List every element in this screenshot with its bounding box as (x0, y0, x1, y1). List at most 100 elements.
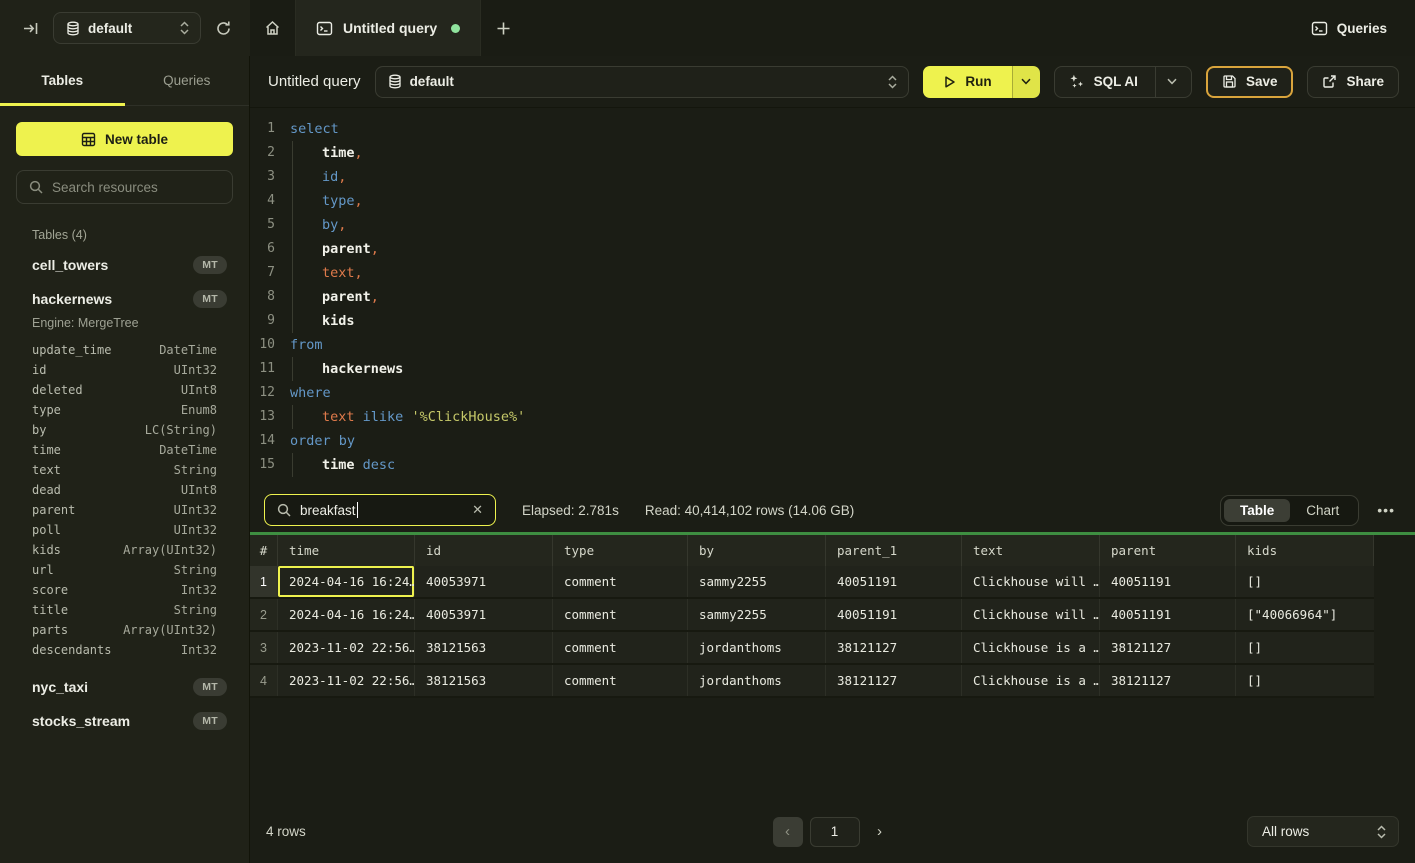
sidebar-search-input[interactable] (52, 180, 220, 195)
query-database-selector[interactable]: default (375, 66, 910, 98)
editor-line[interactable]: 7text, (250, 261, 1415, 285)
table-cell[interactable]: 38121127 (826, 665, 962, 696)
sidebar-tab-queries[interactable]: Queries (125, 56, 250, 105)
collapse-sidebar-icon[interactable] (22, 20, 39, 37)
chevron-down-icon[interactable] (1167, 78, 1177, 85)
row-number-cell[interactable]: 3 (250, 632, 278, 663)
table-cell[interactable]: 2024-04-16 16:24… (278, 599, 415, 630)
table-cell[interactable]: 40051191 (1100, 599, 1236, 630)
column-header-kids[interactable]: kids (1236, 535, 1374, 566)
table-cell[interactable]: 40051191 (826, 599, 962, 630)
row-number-cell[interactable]: 2 (250, 599, 278, 630)
row-number-cell[interactable]: 1 (250, 566, 278, 597)
column-row[interactable]: byLC(String) (32, 420, 217, 440)
editor-line[interactable]: 13text ilike '%ClickHouse%' (250, 405, 1415, 429)
share-button[interactable]: Share (1307, 66, 1399, 98)
table-item-cell_towers[interactable]: cell_towersMT (16, 248, 233, 282)
sidebar-tab-tables[interactable]: Tables (0, 56, 125, 105)
table-cell[interactable]: sammy2255 (688, 566, 826, 597)
editor-line[interactable]: 14order by (250, 429, 1415, 453)
table-cell[interactable]: 2024-04-16 16:24… (278, 566, 415, 597)
table-cell[interactable]: 40053971 (415, 599, 553, 630)
queries-button[interactable]: Queries (1283, 0, 1415, 56)
table-cell[interactable]: [] (1236, 632, 1374, 663)
next-page-button[interactable]: › (867, 817, 893, 847)
results-filter-input[interactable]: breakfast ✕ (264, 494, 496, 526)
table-cell[interactable]: Clickhouse is a … (962, 632, 1100, 663)
table-cell[interactable]: comment (553, 566, 688, 597)
table-cell[interactable]: 38121563 (415, 632, 553, 663)
column-row[interactable]: timeDateTime (32, 440, 217, 460)
tab-home[interactable] (250, 0, 296, 56)
editor-line[interactable]: 6parent, (250, 237, 1415, 261)
editor-line[interactable]: 1select (250, 117, 1415, 141)
tab-untitled-query[interactable]: Untitled query (296, 0, 481, 56)
column-header-parent_1[interactable]: parent_1 (826, 535, 962, 566)
column-row[interactable]: idUInt32 (32, 360, 217, 380)
sql-ai-button[interactable]: SQL AI (1054, 66, 1192, 98)
new-tab-button[interactable] (481, 0, 525, 56)
column-row[interactable]: scoreInt32 (32, 580, 217, 600)
page-size-selector[interactable]: All rows (1247, 816, 1399, 847)
table-cell[interactable]: sammy2255 (688, 599, 826, 630)
results-more-menu[interactable]: ••• (1371, 498, 1401, 522)
column-row[interactable]: update_timeDateTime (32, 340, 217, 360)
editor-line[interactable]: 10from (250, 333, 1415, 357)
table-item-stocks_stream[interactable]: stocks_streamMT (16, 704, 233, 738)
table-cell[interactable]: jordanthoms (688, 632, 826, 663)
column-row[interactable]: pollUInt32 (32, 520, 217, 540)
editor-line[interactable]: 15time desc (250, 453, 1415, 477)
editor-line[interactable]: 9kids (250, 309, 1415, 333)
table-cell[interactable]: jordanthoms (688, 665, 826, 696)
run-button[interactable]: Run (923, 66, 1011, 98)
column-header-by[interactable]: by (688, 535, 826, 566)
table-item-nyc_taxi[interactable]: nyc_taxiMT (16, 670, 233, 704)
editor-line[interactable]: 2time, (250, 141, 1415, 165)
column-header-id[interactable]: id (415, 535, 553, 566)
column-row[interactable]: typeEnum8 (32, 400, 217, 420)
editor-line[interactable]: 8parent, (250, 285, 1415, 309)
table-cell[interactable]: comment (553, 632, 688, 663)
column-row[interactable]: textString (32, 460, 217, 480)
table-cell[interactable]: Clickhouse will … (962, 566, 1100, 597)
table-cell[interactable]: comment (553, 599, 688, 630)
clear-filter-icon[interactable]: ✕ (472, 502, 483, 518)
column-row[interactable]: deadUInt8 (32, 480, 217, 500)
column-header-row-num[interactable]: # (250, 535, 278, 566)
table-cell[interactable]: Clickhouse is a … (962, 665, 1100, 696)
column-row[interactable]: parentUInt32 (32, 500, 217, 520)
column-header-time[interactable]: time (278, 535, 415, 566)
view-toggle-chart[interactable]: Chart (1290, 499, 1355, 522)
table-cell[interactable]: [] (1236, 566, 1374, 597)
column-row[interactable]: titleString (32, 600, 217, 620)
column-header-parent[interactable]: parent (1100, 535, 1236, 566)
database-selector[interactable]: default (53, 12, 201, 44)
sql-editor[interactable]: 1select2time,3id,4type,5by,6parent,7text… (250, 108, 1415, 488)
view-toggle-table[interactable]: Table (1224, 499, 1290, 522)
new-table-button[interactable]: New table (16, 122, 233, 156)
row-number-cell[interactable]: 4 (250, 665, 278, 696)
editor-line[interactable]: 11hackernews (250, 357, 1415, 381)
editor-line[interactable]: 4type, (250, 189, 1415, 213)
table-cell[interactable]: [] (1236, 665, 1374, 696)
column-row[interactable]: kidsArray(UInt32) (32, 540, 217, 560)
table-cell[interactable]: 40051191 (826, 566, 962, 597)
table-cell[interactable]: comment (553, 665, 688, 696)
column-row[interactable]: partsArray(UInt32) (32, 620, 217, 640)
table-cell[interactable]: 2023-11-02 22:56… (278, 632, 415, 663)
table-cell[interactable]: 38121127 (826, 632, 962, 663)
prev-page-button[interactable]: ‹ (773, 817, 803, 847)
refresh-icon[interactable] (215, 20, 232, 37)
column-row[interactable]: deletedUInt8 (32, 380, 217, 400)
table-cell[interactable]: 38121563 (415, 665, 553, 696)
table-cell[interactable]: 40053971 (415, 566, 553, 597)
editor-line[interactable]: 5by, (250, 213, 1415, 237)
save-button[interactable]: Save (1206, 66, 1294, 98)
table-item-hackernews[interactable]: hackernewsMT (16, 282, 233, 316)
run-options-button[interactable] (1012, 66, 1040, 98)
table-cell[interactable]: 40051191 (1100, 566, 1236, 597)
page-number-input[interactable]: 1 (810, 817, 860, 847)
column-header-type[interactable]: type (553, 535, 688, 566)
table-cell[interactable]: 2023-11-02 22:56… (278, 665, 415, 696)
table-cell[interactable]: ["40066964"] (1236, 599, 1374, 630)
